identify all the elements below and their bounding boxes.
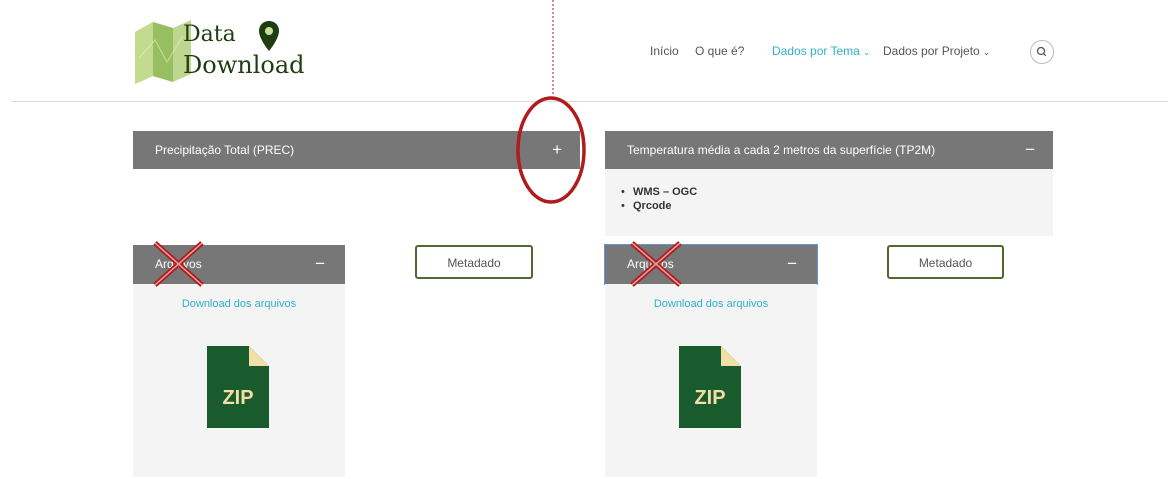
metadata-button-right[interactable]: Metadado bbox=[887, 245, 1004, 279]
expand-icon[interactable]: + bbox=[552, 131, 562, 168]
accordion-title: Temperatura média a cada 2 metros da sup… bbox=[627, 143, 936, 157]
list-item[interactable]: WMS – OGC bbox=[621, 185, 697, 199]
service-list: WMS – OGC Qrcode bbox=[621, 185, 697, 213]
accordion-body-tp2m: WMS – OGC Qrcode bbox=[605, 169, 1053, 236]
nav-item-dados-por-tema[interactable]: Dados por Tema ⌄ bbox=[772, 44, 870, 58]
map-pin-icon bbox=[259, 21, 279, 51]
download-files-link[interactable]: Download dos arquivos bbox=[605, 298, 817, 310]
accordion-header-prec[interactable]: Precipitação Total (PREC) + bbox=[133, 131, 580, 169]
nav-item-o-que-e[interactable]: O que é? bbox=[695, 44, 744, 58]
accordion-title: Precipitação Total (PREC) bbox=[155, 143, 295, 157]
chevron-down-icon: ⌄ bbox=[982, 47, 991, 57]
collapse-icon[interactable]: − bbox=[315, 245, 325, 282]
chevron-down-icon: ⌄ bbox=[862, 47, 871, 57]
site-logo[interactable]: Data Download bbox=[133, 18, 323, 88]
logo-text-line2: Download bbox=[183, 51, 305, 79]
download-files-link[interactable]: Download dos arquivos bbox=[133, 298, 345, 310]
accordion-header-arquivos-right[interactable]: Arquivos − bbox=[604, 244, 818, 285]
header-divider bbox=[12, 101, 1168, 102]
search-icon bbox=[1036, 46, 1047, 57]
accordion-header-arquivos-left[interactable]: Arquivos − bbox=[133, 245, 345, 284]
nav-item-label: Início bbox=[650, 44, 679, 58]
arquivos-body-left: Download dos arquivos ZIP bbox=[133, 284, 345, 477]
zip-file-icon[interactable]: ZIP bbox=[207, 346, 269, 428]
metadata-button-left[interactable]: Metadado bbox=[415, 245, 533, 279]
nav-item-inicio[interactable]: Início bbox=[650, 44, 679, 58]
collapse-icon[interactable]: − bbox=[787, 245, 797, 282]
search-button[interactable] bbox=[1030, 40, 1054, 64]
nav-item-dados-por-projeto[interactable]: Dados por Projeto ⌄ bbox=[883, 44, 990, 58]
list-item[interactable]: Qrcode bbox=[621, 199, 697, 213]
logo-text-line1: Data bbox=[183, 22, 236, 47]
accordion-header-tp2m[interactable]: Temperatura média a cada 2 metros da sup… bbox=[605, 131, 1053, 169]
zip-label: ZIP bbox=[222, 387, 253, 409]
accordion-title: Arquivos bbox=[627, 257, 674, 271]
nav-item-label: Dados por Tema bbox=[772, 44, 860, 58]
collapse-icon[interactable]: − bbox=[1025, 131, 1035, 168]
accordion-title: Arquivos bbox=[155, 257, 202, 271]
zip-file-icon[interactable]: ZIP bbox=[679, 346, 741, 428]
nav-item-label: O que é? bbox=[695, 44, 745, 58]
nav-item-label: Dados por Projeto bbox=[883, 44, 980, 58]
arquivos-body-right: Download dos arquivos ZIP bbox=[605, 284, 817, 477]
zip-label: ZIP bbox=[694, 387, 725, 409]
